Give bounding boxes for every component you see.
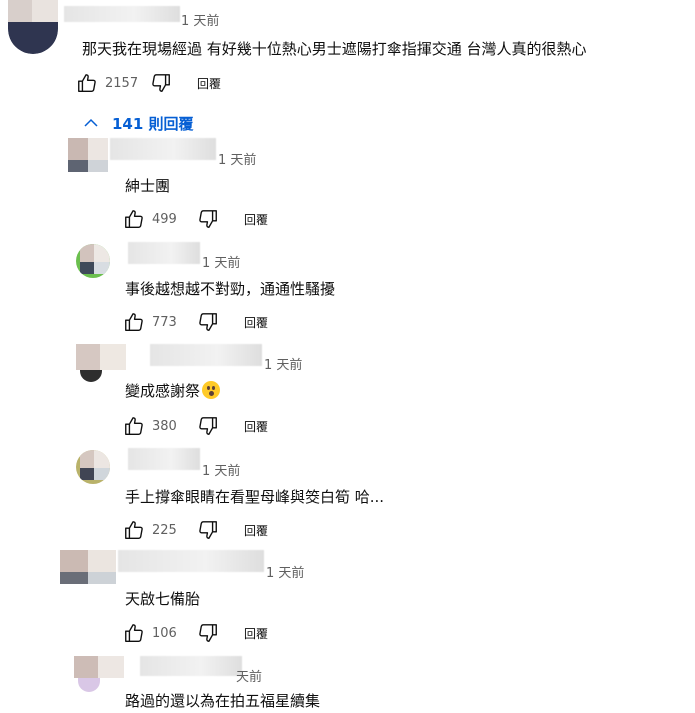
top-comment: 1 天前 那天我在現場經過 有好幾十位熱心男士遮陽打傘指揮交通 台灣人真的很熱心… <box>0 0 695 100</box>
comment-text: 變成感謝祭 <box>125 380 221 401</box>
avatar[interactable] <box>76 244 110 278</box>
like-button[interactable] <box>122 207 146 231</box>
replies-toggle-button[interactable]: 141 則回覆 <box>82 111 194 135</box>
replies-count-label: 141 則回覆 <box>112 114 194 133</box>
dislike-button[interactable] <box>196 518 220 542</box>
thumbs-down-icon <box>199 624 217 642</box>
reply-button[interactable]: 回覆 <box>244 418 268 435</box>
like-count: 380 <box>152 418 177 434</box>
reply-button[interactable]: 回覆 <box>244 211 268 228</box>
comment-text: 手上撐傘眼睛在看聖母峰與筊白筍 哈... <box>125 488 385 506</box>
reply-comment: 1 天前 事後越想越不對勁，通通性騷擾 773 回覆 <box>0 240 695 340</box>
reply-comment: 1 天前 天啟七備胎 106 回覆 <box>0 550 695 652</box>
thumbs-down-icon <box>199 521 217 539</box>
reply-button[interactable]: 回覆 <box>244 522 268 539</box>
username-redacted[interactable] <box>64 6 180 22</box>
comment-timestamp[interactable]: 1 天前 <box>202 252 240 271</box>
thumbs-up-icon <box>125 417 143 435</box>
thumbs-up-icon <box>125 521 143 539</box>
dislike-button[interactable] <box>196 414 220 438</box>
avatar[interactable] <box>76 450 110 484</box>
comment-timestamp[interactable]: 1 天前 <box>264 354 302 373</box>
like-button[interactable] <box>122 621 146 645</box>
thumbs-down-icon <box>199 210 217 228</box>
like-count: 773 <box>152 314 177 330</box>
chevron-up-icon <box>84 118 98 127</box>
thumbs-up-icon <box>78 74 96 92</box>
reply-comment: 天前 路過的還以為在拍五福星續集 <box>0 654 695 713</box>
thumbs-down-icon <box>199 313 217 331</box>
comment-actions: 2157 回覆 <box>75 71 221 95</box>
username-redacted[interactable] <box>128 448 200 470</box>
username-redacted[interactable] <box>128 242 200 264</box>
comment-timestamp[interactable]: 1 天前 <box>218 149 256 168</box>
like-button[interactable] <box>122 310 146 334</box>
dislike-button[interactable] <box>149 71 173 95</box>
comment-actions: 380 回覆 <box>122 414 268 438</box>
like-count: 2157 <box>105 75 139 91</box>
like-button[interactable] <box>122 518 146 542</box>
username-redacted[interactable] <box>150 344 262 366</box>
reply-comment: 1 天前 紳士團 499 回覆 <box>0 138 695 238</box>
like-count: 106 <box>152 625 177 641</box>
comment-actions: 499 回覆 <box>122 207 268 231</box>
thumbs-down-icon <box>199 417 217 435</box>
comment-actions: 106 回覆 <box>122 621 268 645</box>
dislike-button[interactable] <box>196 621 220 645</box>
thumbs-up-icon <box>125 624 143 642</box>
comment-text: 路過的還以為在拍五福星續集 <box>125 692 321 710</box>
comment-actions: 773 回覆 <box>122 310 268 334</box>
dislike-button[interactable] <box>196 310 220 334</box>
thumbs-up-icon <box>125 313 143 331</box>
reply-button[interactable]: 回覆 <box>244 625 268 642</box>
reply-comment: 1 天前 手上撐傘眼睛在看聖母峰與筊白筍 哈... 225 回覆 <box>0 446 695 548</box>
avatar[interactable] <box>76 344 126 382</box>
avatar[interactable] <box>8 0 58 54</box>
like-count: 225 <box>152 522 177 538</box>
comment-text: 紳士團 <box>125 177 171 195</box>
comment-timestamp[interactable]: 1 天前 <box>266 562 304 581</box>
thumbs-up-icon <box>125 210 143 228</box>
astonished-face-emoji <box>202 381 221 399</box>
like-button[interactable] <box>75 71 99 95</box>
avatar[interactable] <box>68 138 108 172</box>
comment-timestamp[interactable]: 1 天前 <box>202 460 240 479</box>
comment-text: 那天我在現場經過 有好幾十位熱心男士遮陽打傘指揮交通 台灣人真的很熱心 <box>82 40 587 58</box>
reply-button[interactable]: 回覆 <box>197 75 221 92</box>
like-count: 499 <box>152 211 177 227</box>
username-redacted[interactable] <box>110 138 216 160</box>
comment-actions: 225 回覆 <box>122 518 268 542</box>
thumbs-down-icon <box>152 74 170 92</box>
reply-button[interactable]: 回覆 <box>244 314 268 331</box>
comment-text: 天啟七備胎 <box>125 590 201 608</box>
like-button[interactable] <box>122 414 146 438</box>
username-redacted[interactable] <box>140 656 242 676</box>
avatar[interactable] <box>60 550 116 584</box>
username-redacted[interactable] <box>118 550 264 572</box>
avatar[interactable] <box>74 656 124 692</box>
comment-timestamp[interactable]: 天前 <box>236 666 262 685</box>
comment-timestamp[interactable]: 1 天前 <box>181 10 219 29</box>
dislike-button[interactable] <box>196 207 220 231</box>
reply-comment: 1 天前 變成感謝祭 380 回覆 <box>0 342 695 444</box>
comment-text: 事後越想越不對勁，通通性騷擾 <box>125 280 336 298</box>
